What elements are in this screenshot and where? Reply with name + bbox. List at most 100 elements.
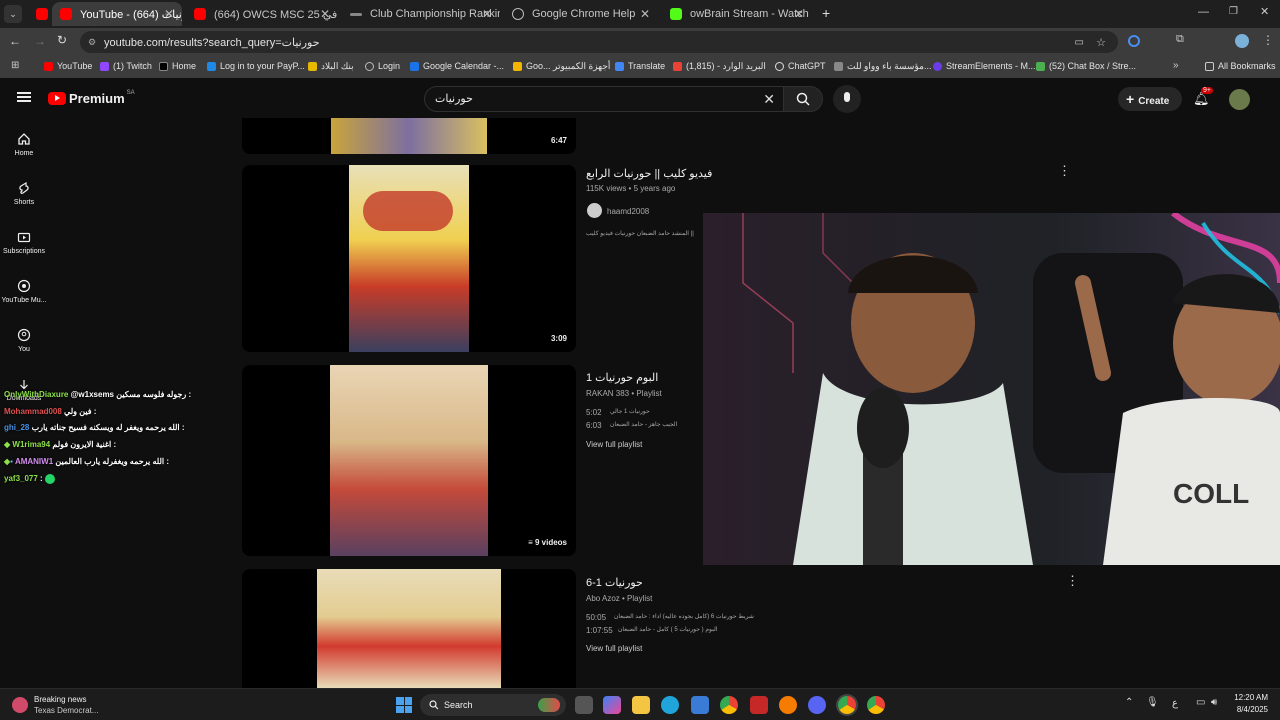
media-app-icon[interactable] — [750, 696, 768, 714]
bookmark-bank[interactable]: بنك البلاد — [308, 61, 354, 72]
bookmark-login[interactable]: Login — [365, 61, 400, 71]
playlist-title[interactable]: البوم حورنيات 1 — [586, 371, 658, 384]
bookmark-chatgpt[interactable]: ChatGPT — [775, 61, 826, 71]
task-view-icon[interactable] — [575, 696, 593, 714]
site-info-icon[interactable]: ⚙ — [88, 37, 96, 48]
copilot-icon[interactable] — [603, 696, 621, 714]
back-icon[interactable]: ← — [9, 34, 21, 48]
extensions-puzzle-icon[interactable]: ⧉ — [1176, 33, 1184, 46]
microphone-tray-icon[interactable]: 🎙︎ — [1146, 697, 1159, 708]
video-thumbnail[interactable]: 6:47 — [242, 118, 576, 154]
start-button[interactable] — [396, 697, 412, 713]
discord-icon[interactable] — [808, 696, 826, 714]
news-subtitle: Texas Democrat... — [34, 706, 99, 715]
tab-youtube-empty[interactable] — [28, 2, 48, 26]
bookmark-gmail[interactable]: البريد الوارد - (1,815) — [673, 61, 766, 72]
new-tab-button[interactable]: + — [822, 5, 830, 21]
network-icon[interactable]: ▭ — [1196, 697, 1205, 708]
more-bookmarks-icon[interactable]: » — [1173, 60, 1179, 71]
search-input[interactable]: حورنيات ✕ — [424, 86, 784, 112]
cast-icon[interactable]: ▭ — [1075, 37, 1084, 48]
video-title[interactable]: فيديو كليب || حورنيات الرابع — [586, 167, 712, 180]
tab-club-ranking[interactable]: Club Championship Ranking ✕ — [342, 2, 500, 26]
close-icon[interactable]: ✕ — [320, 7, 330, 21]
sidebar-item-youtube-music[interactable]: YouTube Mu... — [0, 279, 48, 304]
app-icon[interactable] — [779, 696, 797, 714]
create-label: Create — [1138, 96, 1170, 107]
window-close-icon[interactable]: ✕ — [1260, 5, 1269, 18]
notifications-button[interactable]: 🔔︎ 9+ — [1193, 87, 1213, 108]
tab-owcs[interactable]: (664) OWCS MSC بطولة في 25 ✕ — [186, 2, 338, 26]
bookmark-twitch[interactable]: (1) Twitch — [100, 61, 152, 71]
apps-grid-icon[interactable]: ⊞ — [11, 60, 19, 71]
view-full-playlist-link[interactable]: View full playlist — [586, 644, 642, 653]
youtube-logo[interactable]: Premium SA — [48, 90, 135, 106]
bookmark-paypal[interactable]: Log in to your PayP... — [207, 61, 305, 71]
show-hidden-icons[interactable]: ⌃ — [1125, 697, 1133, 708]
forward-icon[interactable]: → — [34, 34, 46, 48]
foundation-icon — [834, 62, 843, 71]
bookmark-star-icon[interactable]: ☆ — [1096, 36, 1106, 49]
sidebar-item-shorts[interactable]: Shorts — [0, 181, 48, 206]
menu-dots-icon[interactable]: ⋮ — [1262, 33, 1274, 47]
chat-username: AMANIW1 — [14, 457, 54, 466]
voice-search-button[interactable] — [833, 85, 861, 113]
hamburger-menu-icon[interactable] — [17, 92, 31, 102]
playlist-thumbnail[interactable] — [242, 569, 576, 688]
profile-avatar[interactable] — [1235, 34, 1249, 48]
create-button[interactable]: + Create — [1118, 87, 1182, 111]
tab-search-button[interactable]: ⌄ — [4, 5, 22, 23]
clock[interactable]: 12:20 AM 8/4/2025 — [1230, 693, 1268, 714]
playlist-thumbnail[interactable]: ≡ 9 videos — [242, 365, 576, 556]
playlist-item-text[interactable]: البوم ( حورنيات 5 ) كامل - حامد الضبعان — [618, 626, 717, 633]
taskbar-search[interactable]: Search — [420, 694, 566, 716]
bookmark-translate[interactable]: Translate — [615, 61, 665, 71]
bookmark-youtube[interactable]: YouTube — [44, 61, 92, 71]
chrome-profile-icon[interactable] — [867, 696, 885, 714]
all-bookmarks-button[interactable]: All Bookmarks — [1205, 61, 1276, 71]
sidebar-item-home[interactable]: Home — [0, 132, 48, 157]
reload-icon[interactable]: ↻ — [57, 33, 67, 47]
search-button[interactable] — [783, 86, 823, 112]
playlist-title[interactable]: حورنيات 1-6 — [586, 576, 643, 589]
bookmark-foundation[interactable]: مؤسسة باء وواو للت... — [834, 61, 931, 72]
playlist-item-text[interactable]: الجيب جاهز - حامد الضبعان — [610, 421, 677, 428]
minimize-icon[interactable]: — — [1198, 6, 1209, 18]
close-icon[interactable]: ✕ — [640, 7, 650, 21]
edge-icon[interactable] — [661, 696, 679, 714]
sidebar-item-subscriptions[interactable]: Subscriptions — [0, 230, 48, 255]
microsoft-store-icon[interactable] — [691, 696, 709, 714]
sidebar-item-you[interactable]: You — [0, 328, 48, 353]
address-bar[interactable]: ⚙ youtube.com/results?search_query=حورني… — [80, 31, 1118, 53]
close-icon[interactable]: ✕ — [794, 7, 804, 21]
input-language[interactable]: ع — [1172, 698, 1178, 709]
chrome-icon[interactable] — [720, 696, 738, 714]
restore-icon[interactable]: ❐ — [1229, 6, 1238, 17]
more-options-icon[interactable]: ⋮ — [1058, 163, 1071, 179]
bookmark-drive[interactable]: Goo... أجهزة الكمبيوتر — [513, 61, 610, 72]
clock-time: 12:20 AM — [1234, 693, 1268, 702]
bookmark-streamelements[interactable]: StreamElements - M... — [933, 61, 1036, 71]
playlist-item-text[interactable]: شريط حورنيات 6 (كامل بجوده عاليه) اداء :… — [614, 613, 754, 620]
tab-chrome-help[interactable]: Google Chrome Help ✕ — [504, 2, 658, 26]
extension-icon[interactable] — [1128, 35, 1140, 47]
video-thumbnail[interactable]: 3:09 — [242, 165, 576, 352]
chat-message: Mohammad008 فين ولي : — [4, 407, 96, 416]
bookmark-calendar[interactable]: Google Calendar -... — [410, 61, 504, 71]
chrome-active-icon[interactable] — [838, 696, 856, 714]
more-options-icon[interactable]: ⋮ — [1066, 573, 1079, 589]
channel-name[interactable]: haamd2008 — [607, 207, 649, 216]
tab-youtube-search[interactable]: YouTube - حورنيات (664) ✕ — [52, 2, 182, 26]
close-icon[interactable]: ✕ — [482, 7, 492, 21]
clear-search-icon[interactable]: ✕ — [763, 87, 775, 111]
bookmark-chatbox[interactable]: (52) Chat Box / Stre... — [1036, 61, 1136, 71]
close-icon[interactable]: ✕ — [164, 7, 174, 21]
bookmark-x-home[interactable]: Home — [159, 61, 196, 71]
tab-owbrain-stream[interactable]: owBrain Stream - Watch Li ✕ — [662, 2, 812, 26]
volume-icon[interactable]: 🔊︎ — [1211, 697, 1217, 708]
file-explorer-icon[interactable] — [632, 696, 650, 714]
playlist-item-text[interactable]: حورنيات 1 جالي — [610, 408, 650, 415]
account-avatar[interactable] — [1229, 89, 1250, 110]
view-full-playlist-link[interactable]: View full playlist — [586, 440, 642, 449]
channel-avatar[interactable] — [587, 203, 602, 218]
